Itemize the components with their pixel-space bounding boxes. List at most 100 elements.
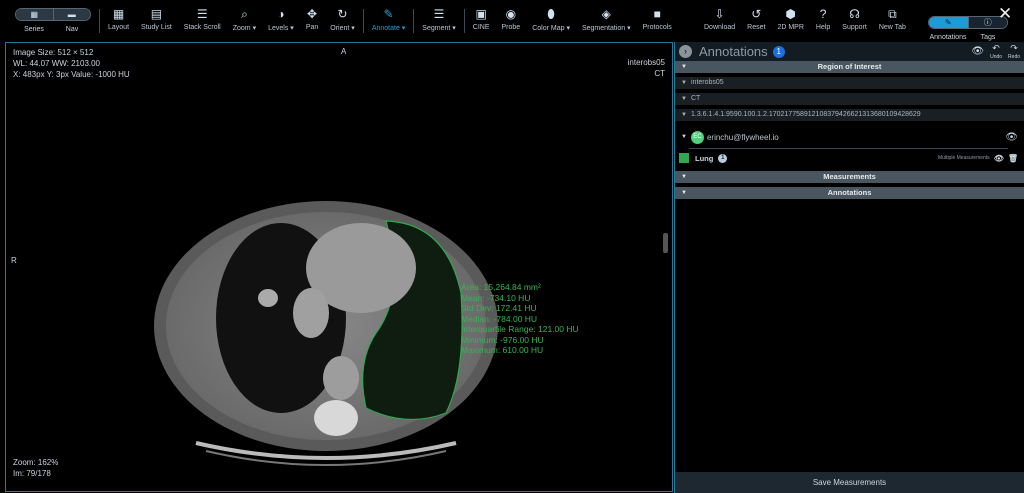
layout-label: Layout bbox=[108, 24, 130, 31]
image-index-label: Im: 79/178 bbox=[13, 469, 51, 478]
tree-row-modality[interactable]: ▼ CT bbox=[675, 93, 1024, 105]
support-icon: ☊ bbox=[849, 7, 860, 21]
label-row-lung[interactable]: Lung 1 Multiple Measurements 👁 🗑 bbox=[675, 149, 1024, 167]
help-label: Help bbox=[815, 24, 831, 31]
layout-button[interactable]: ▦ Layout bbox=[102, 7, 135, 32]
new-tab-button[interactable]: ⧉ New Tab bbox=[873, 7, 912, 31]
segmentation-label: Segmentation ▾ bbox=[581, 25, 631, 32]
user-row[interactable]: ▼ EC erinchu@flywheel.io 👁 bbox=[675, 127, 1024, 147]
probe-icon: ◉ bbox=[505, 7, 517, 21]
series-icon[interactable]: ▦ bbox=[16, 9, 53, 20]
image-size-label: Image Size: 512 × 512 bbox=[13, 48, 94, 57]
redo-icon: ↷ bbox=[1010, 43, 1018, 53]
help-button[interactable]: ? Help bbox=[810, 7, 836, 31]
label-count-badge: 1 bbox=[718, 153, 728, 163]
orient-icon: ↻ bbox=[337, 7, 348, 21]
protocols-button[interactable]: ■ Protocols bbox=[637, 7, 678, 32]
cine-label: CINE bbox=[472, 24, 490, 31]
roi-section-header[interactable]: ▼ Region of Interest bbox=[675, 61, 1024, 73]
annotate-button[interactable]: ✎ Annotate ▾ bbox=[366, 7, 411, 32]
visibility-eye-icon[interactable]: 👁 bbox=[971, 46, 984, 57]
undo-label: Undo bbox=[990, 54, 1003, 60]
tree-row-patient[interactable]: ▼ interobs05 bbox=[675, 77, 1024, 89]
segmentation-button[interactable]: ◈ Segmentation ▾ bbox=[576, 7, 637, 32]
color-map-label: Color Map ▾ bbox=[532, 25, 570, 32]
patient-label: interobs05 bbox=[627, 58, 665, 67]
tags-toggle-label: Tags bbox=[980, 34, 996, 41]
annotations-toggle-icon[interactable]: ✎ bbox=[929, 17, 968, 28]
divider bbox=[463, 9, 465, 33]
2d-mpr-icon: ⬢ bbox=[785, 7, 796, 21]
collapse-panel-icon[interactable]: › bbox=[679, 45, 692, 58]
probe-button[interactable]: ◉ Probe bbox=[496, 7, 527, 32]
panel-toggle[interactable]: ✎ ⓘ Annotations Tags bbox=[928, 16, 1008, 41]
download-button[interactable]: ⇩ Download bbox=[698, 7, 741, 31]
orient-button[interactable]: ↻ Orient ▾ bbox=[324, 7, 361, 32]
support-label: Support bbox=[842, 24, 867, 31]
2d-mpr-button[interactable]: ⬢ 2D MPR bbox=[771, 7, 809, 31]
pan-icon: ✥ bbox=[307, 7, 318, 21]
roi-stat-line: Mean: -734.10 HU bbox=[461, 292, 531, 303]
nav-icon[interactable]: ▬ bbox=[52, 9, 90, 20]
pan-button[interactable]: ✥ Pan bbox=[300, 7, 324, 32]
series-label: Series bbox=[24, 26, 44, 33]
reset-button[interactable]: ↺ Reset bbox=[741, 7, 771, 31]
panel-header: › Annotations 1 👁 ↶ Undo ↷ Redo bbox=[675, 42, 1024, 61]
scrollbar[interactable] bbox=[663, 233, 668, 253]
image-viewport[interactable]: Image Size: 512 × 512 WL: 44.07 WW: 2103… bbox=[5, 42, 673, 492]
zoom-button[interactable]: ⌕ Zoom ▾ bbox=[227, 7, 262, 32]
redo-button[interactable]: ↷ Redo bbox=[1008, 43, 1020, 60]
roi-stat-line: Interquartile Range: 121.00 HU bbox=[461, 324, 579, 334]
levels-button[interactable]: ◑ Levels ▾ bbox=[262, 7, 300, 32]
annotation-count-badge: 1 bbox=[772, 45, 785, 58]
protocols-label: Protocols bbox=[642, 24, 672, 31]
stack-scroll-label: Stack Scroll bbox=[183, 24, 221, 31]
zoom-icon: ⌕ bbox=[241, 7, 248, 21]
undo-icon: ↶ bbox=[992, 43, 1000, 53]
pan-label: Pan bbox=[305, 24, 319, 31]
layout-icon: ▦ bbox=[112, 7, 125, 21]
series-nav-toggle[interactable]: ▦ ▬ Series Nav bbox=[15, 8, 91, 33]
download-icon: ⇩ bbox=[714, 7, 725, 21]
roi-stats: Area: 15,264.84 mm² Mean: -734.10 HU Std D… bbox=[461, 282, 579, 356]
measurements-section-header[interactable]: ▼ Measurements bbox=[675, 171, 1024, 183]
segmentation-icon: ◈ bbox=[601, 7, 611, 21]
roi-stat-line: Std Dev: 172.41 HU bbox=[461, 303, 537, 313]
support-button[interactable]: ☊ Support bbox=[836, 7, 873, 31]
annotations-panel: › Annotations 1 👁 ↶ Undo ↷ Redo ▼ Region of… bbox=[674, 42, 1024, 493]
caret-down-icon: ▼ bbox=[681, 174, 687, 180]
annotations-section-title: Annotations bbox=[827, 188, 872, 197]
zoom-label: Zoom ▾ bbox=[232, 25, 257, 32]
tree-row-series-uid[interactable]: ▼ 1.3.6.1.4.1.9590.100.1.2.17021775891210… bbox=[675, 109, 1024, 121]
caret-down-icon: ▼ bbox=[681, 112, 687, 118]
zoom-label: Zoom: 162% bbox=[13, 458, 59, 467]
label-color-swatch[interactable] bbox=[679, 153, 689, 163]
caret-down-icon: ▼ bbox=[681, 190, 687, 196]
close-icon[interactable]: ✕ bbox=[998, 4, 1012, 24]
toolbar: ▦ ▬ Series Nav ▦ Layout ▤ Study List ☰ Stack Sc… bbox=[0, 0, 1024, 41]
trash-icon[interactable]: 🗑 bbox=[1008, 154, 1018, 163]
new-tab-icon: ⧉ bbox=[888, 7, 897, 21]
roi-stat-line: Median: -784.00 HU bbox=[461, 313, 538, 324]
stack-scroll-button[interactable]: ☰ Stack Scroll bbox=[178, 7, 227, 32]
cine-icon: ▣ bbox=[475, 7, 487, 21]
reset-label: Reset bbox=[747, 24, 766, 31]
undo-button[interactable]: ↶ Undo bbox=[990, 43, 1002, 60]
cine-button[interactable]: ▣ CINE bbox=[467, 7, 496, 32]
label-visibility-eye-icon[interactable]: 👁 bbox=[994, 154, 1004, 163]
roi-stat-line: Area: 15,264.84 mm² bbox=[461, 282, 541, 292]
roi-section-title: Region of Interest bbox=[817, 62, 882, 71]
color-map-button[interactable]: ⬮ Color Map ▾ bbox=[526, 7, 576, 32]
roi-stat-line: Minimum: -976.00 HU bbox=[461, 334, 544, 345]
annotations-section-header[interactable]: ▼ Annotations bbox=[675, 187, 1024, 199]
user-visibility-eye-icon[interactable]: 👁 bbox=[1005, 132, 1018, 143]
new-tab-label: New Tab bbox=[878, 24, 906, 31]
caret-down-icon: ▼ bbox=[681, 80, 687, 86]
save-measurements-button[interactable]: Save Measurements bbox=[675, 472, 1024, 493]
probe-value-label: X: 483px Y: 3px Value: -1000 HU bbox=[13, 70, 130, 79]
protocols-icon: ■ bbox=[653, 7, 661, 21]
divider bbox=[413, 9, 415, 33]
segment-button[interactable]: ☰ Segment ▾ bbox=[416, 7, 461, 32]
caret-down-icon: ▼ bbox=[681, 134, 687, 140]
study-list-button[interactable]: ▤ Study List bbox=[135, 7, 178, 32]
